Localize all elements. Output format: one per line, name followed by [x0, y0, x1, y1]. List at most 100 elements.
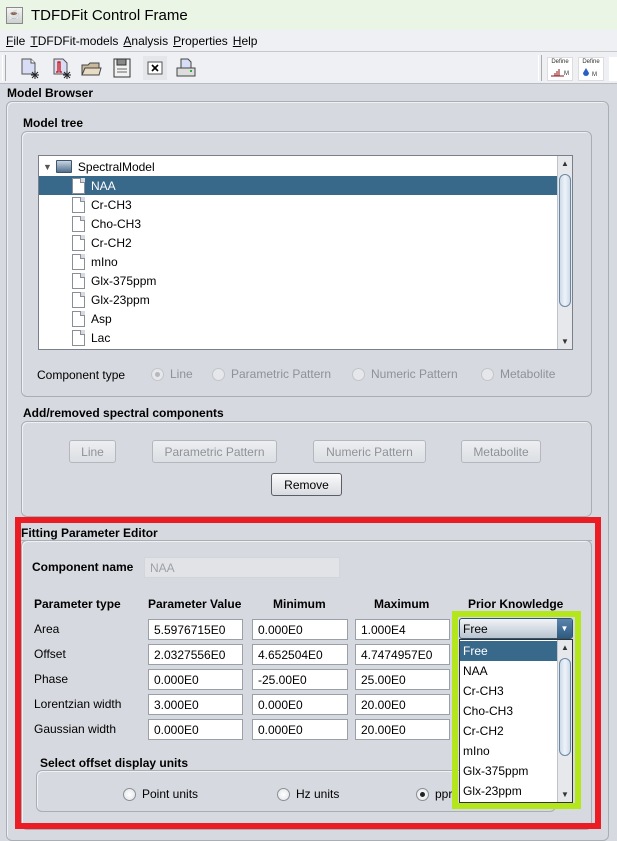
tree-item[interactable]: Glx-375ppm	[39, 271, 558, 290]
toolbar-grip[interactable]	[2, 55, 6, 81]
remove-button[interactable]: Remove	[271, 473, 342, 496]
add-parametric-pattern-button[interactable]: Parametric Pattern	[152, 440, 277, 463]
menu-properties-rest: roperties	[181, 33, 228, 48]
define-button-partial[interactable]	[609, 57, 617, 81]
document-icon	[72, 329, 85, 346]
tree-item[interactable]: mIno	[39, 252, 558, 271]
define-label: Define	[582, 59, 600, 65]
scroll-down-icon[interactable]: ▼	[558, 334, 572, 349]
save-button[interactable]	[110, 56, 134, 80]
tree-root-label: SpectralModel	[77, 159, 155, 174]
tree-item-label: mIno	[91, 254, 118, 269]
spectrum-lines-icon: M	[551, 69, 569, 77]
add-line-button[interactable]: Line	[69, 440, 116, 463]
new-spectrum-icon	[53, 58, 71, 79]
tree-item-label: Glx-375ppm	[91, 273, 157, 288]
dropdown-option[interactable]: Glx-375ppm	[460, 761, 558, 781]
dropdown-option[interactable]: Cr-CH2	[460, 721, 558, 741]
tree-item-label: Glx-23ppm	[91, 292, 150, 307]
chevron-down-icon[interactable]: ▼	[557, 619, 572, 638]
new-spectrum-button[interactable]	[49, 56, 73, 80]
define-spectrum-button[interactable]: Define M	[547, 57, 573, 81]
component-type-line-radio[interactable]: Line	[151, 367, 193, 381]
tree-item-label: Cr-CH3	[91, 197, 132, 212]
dropdown-option[interactable]: Cr-CH3	[460, 681, 558, 701]
tree-item-label: Cr-CH2	[91, 235, 132, 250]
tree-item-label: NAA	[91, 178, 116, 193]
radio-label: Metabolite	[500, 367, 556, 381]
document-icon	[72, 348, 85, 349]
scroll-up-icon[interactable]: ▲	[558, 640, 572, 655]
title-bar: ☕ TDFDFit Control Frame	[0, 0, 617, 30]
java-app-icon: ☕	[6, 6, 23, 24]
tree-item-partial[interactable]	[39, 347, 558, 349]
tree-scrollbar[interactable]: ▲ ▼	[557, 156, 572, 349]
radio-dot-icon	[151, 367, 164, 381]
tree-item[interactable]: Glx-23ppm	[39, 290, 558, 309]
tree-item-label: Lac	[91, 330, 111, 345]
document-icon	[72, 234, 85, 251]
model-browser-title: Model Browser	[7, 86, 94, 100]
menu-models-rest: DFDFit-models	[37, 33, 119, 48]
tree-item[interactable]: NAA	[39, 176, 558, 195]
prior-knowledge-dropdown-list[interactable]: Free NAA Cr-CH3 Cho-CH3 Cr-CH2 mIno Glx-375ppm…	[459, 639, 573, 803]
model-tree[interactable]: ▼ SpectralModel NAA Cr-CH3 Cho-CH3 Cr-CH2 mI…	[38, 155, 573, 350]
component-type-numeric-radio[interactable]: Numeric Pattern	[352, 367, 458, 381]
add-remove-panel	[21, 421, 592, 517]
scrollbar-thumb[interactable]	[559, 174, 571, 307]
add-metabolite-button[interactable]: Metabolite	[461, 440, 541, 463]
prior-knowledge-combo[interactable]: Free ▼	[459, 618, 573, 639]
dropdown-option[interactable]: mIno	[460, 741, 558, 761]
radio-dot-icon	[352, 367, 365, 381]
add-remove-title: Add/removed spectral components	[23, 406, 224, 420]
scroll-down-icon[interactable]: ▼	[558, 787, 572, 802]
toolbar-grip-right[interactable]	[538, 55, 542, 81]
add-numeric-pattern-button[interactable]: Numeric Pattern	[313, 440, 426, 463]
close-icon	[147, 61, 163, 75]
radio-dot-icon	[212, 367, 225, 381]
document-icon	[72, 253, 85, 270]
component-type-parametric-radio[interactable]: Parametric Pattern	[212, 367, 331, 381]
tree-item[interactable]: Cho-CH3	[39, 214, 558, 233]
toolbar: Define M Define M	[0, 51, 617, 84]
tree-item[interactable]: Cr-CH2	[39, 233, 558, 252]
dropdown-option[interactable]: Cho-CH3	[460, 701, 558, 721]
new-document-button[interactable]	[17, 56, 41, 80]
document-icon	[72, 272, 85, 289]
tree-item[interactable]: Asp	[39, 309, 558, 328]
menu-analysis[interactable]: Analysis	[123, 34, 168, 48]
open-button[interactable]	[79, 56, 103, 80]
scroll-up-icon[interactable]: ▲	[558, 156, 572, 171]
menu-tdfdfit-models[interactable]: TDFDFit-models	[30, 34, 118, 48]
scrollbar-thumb[interactable]	[559, 658, 571, 756]
tree-item[interactable]: Cr-CH3	[39, 195, 558, 214]
dropdown-option[interactable]: NAA	[460, 661, 558, 681]
menu-file[interactable]: File	[6, 34, 25, 48]
radio-label: Numeric Pattern	[371, 367, 458, 381]
tree-item[interactable]: Lac	[39, 328, 558, 347]
component-type-metabolite-radio[interactable]: Metabolite	[481, 367, 555, 381]
expand-triangle-icon[interactable]: ▼	[43, 162, 52, 172]
define-sub: M	[592, 72, 597, 77]
droplet-icon: M	[583, 68, 597, 78]
component-type-label: Component type	[37, 368, 126, 382]
dropdown-option[interactable]: Free	[460, 641, 558, 661]
print-button[interactable]	[174, 56, 198, 80]
model-tree-title: Model tree	[23, 116, 84, 130]
document-icon	[72, 291, 85, 308]
folder-icon	[55, 160, 72, 173]
define-metabolite-button[interactable]: Define M	[578, 57, 604, 81]
dropdown-option[interactable]: Glx-23ppm	[460, 781, 558, 801]
radio-label: Line	[170, 367, 193, 381]
tree-item-label: Cho-CH3	[91, 216, 142, 231]
radio-label: Parametric Pattern	[231, 367, 332, 381]
document-icon	[72, 177, 85, 194]
tree-root[interactable]: ▼ SpectralModel	[39, 157, 558, 176]
prior-knowledge-selected: Free	[463, 621, 488, 636]
dropdown-scrollbar[interactable]: ▲ ▼	[557, 640, 572, 802]
menu-help-rest: elp	[241, 33, 258, 48]
close-model-button[interactable]	[143, 56, 167, 80]
document-icon	[72, 310, 85, 327]
menu-properties[interactable]: Properties	[173, 34, 228, 48]
menu-help[interactable]: Help	[233, 34, 258, 48]
